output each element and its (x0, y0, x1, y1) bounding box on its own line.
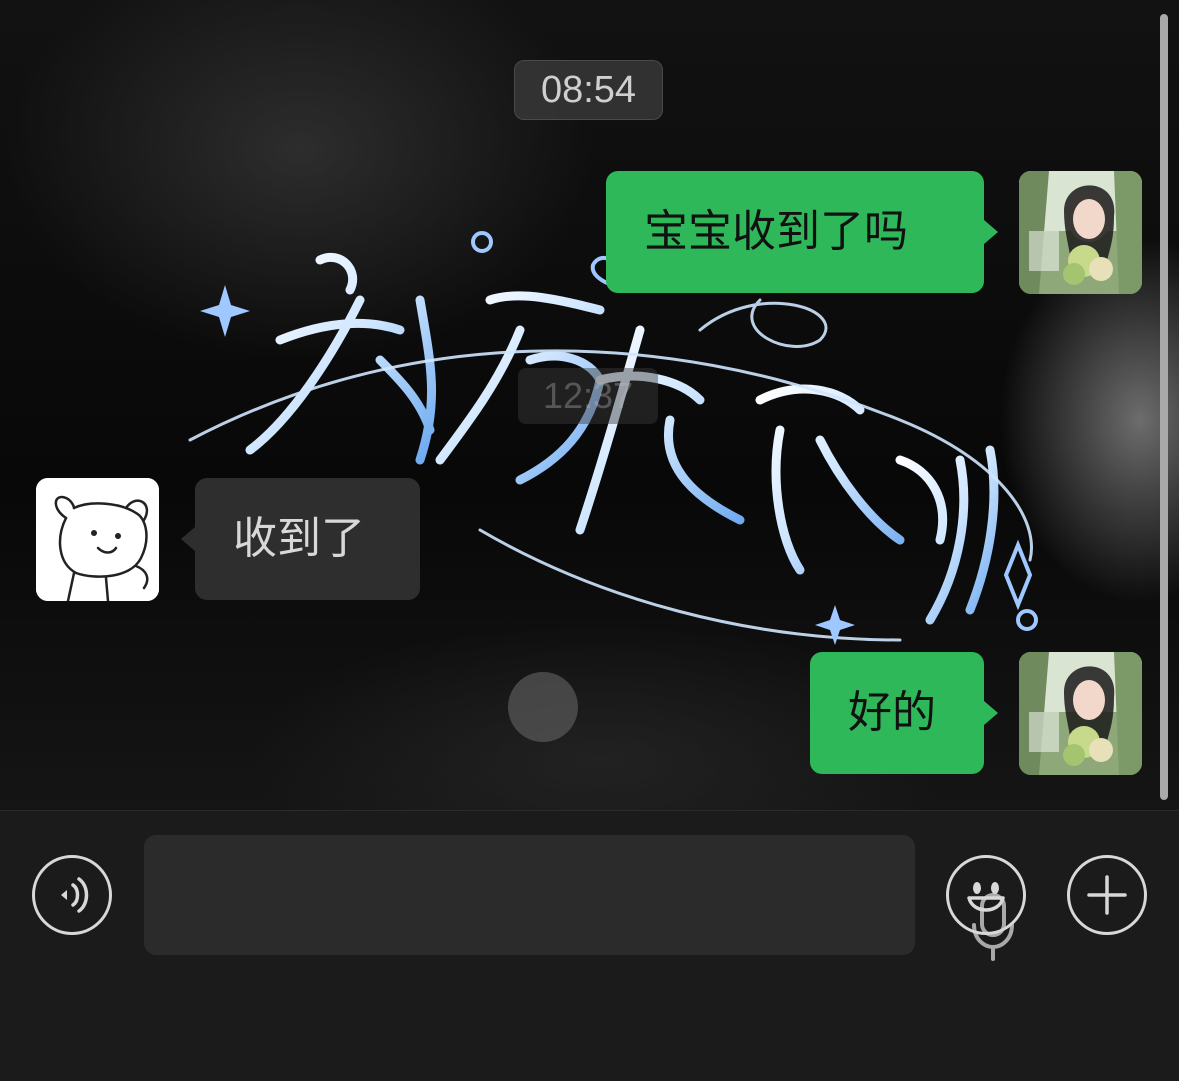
ghost-avatar (508, 672, 578, 742)
plus-icon (1087, 875, 1127, 915)
bubble-tail (984, 701, 998, 725)
self-avatar[interactable] (1019, 652, 1142, 775)
message-text: 好的 (848, 687, 936, 738)
sent-message-bubble[interactable]: 好的 (810, 652, 998, 774)
chat-area[interactable]: 12:37 08:54 宝宝收到了吗 收到了 好的 (0, 0, 1179, 810)
message-input[interactable] (144, 835, 1014, 961)
message-text: 宝宝收到了吗 (644, 206, 908, 257)
self-avatar[interactable] (1019, 171, 1142, 294)
bubble-tail (984, 220, 998, 244)
contact-avatar[interactable] (36, 478, 159, 601)
emoji-button[interactable] (946, 855, 1026, 935)
scrollbar[interactable] (1160, 14, 1168, 800)
input-bar (0, 810, 1179, 1081)
message-text: 收到了 (233, 513, 365, 564)
emoji-icon (967, 882, 1005, 912)
sent-message-bubble[interactable]: 宝宝收到了吗 (606, 171, 998, 293)
voice-icon (61, 877, 89, 913)
message-timestamp: 08:54 (514, 60, 663, 120)
bubble-tail (181, 527, 195, 551)
bear-icon (36, 478, 159, 601)
more-button[interactable] (1067, 855, 1147, 935)
voice-toggle-button[interactable] (32, 855, 112, 935)
ghost-timestamp: 12:37 (518, 368, 658, 424)
received-message-bubble[interactable]: 收到了 (181, 478, 420, 600)
